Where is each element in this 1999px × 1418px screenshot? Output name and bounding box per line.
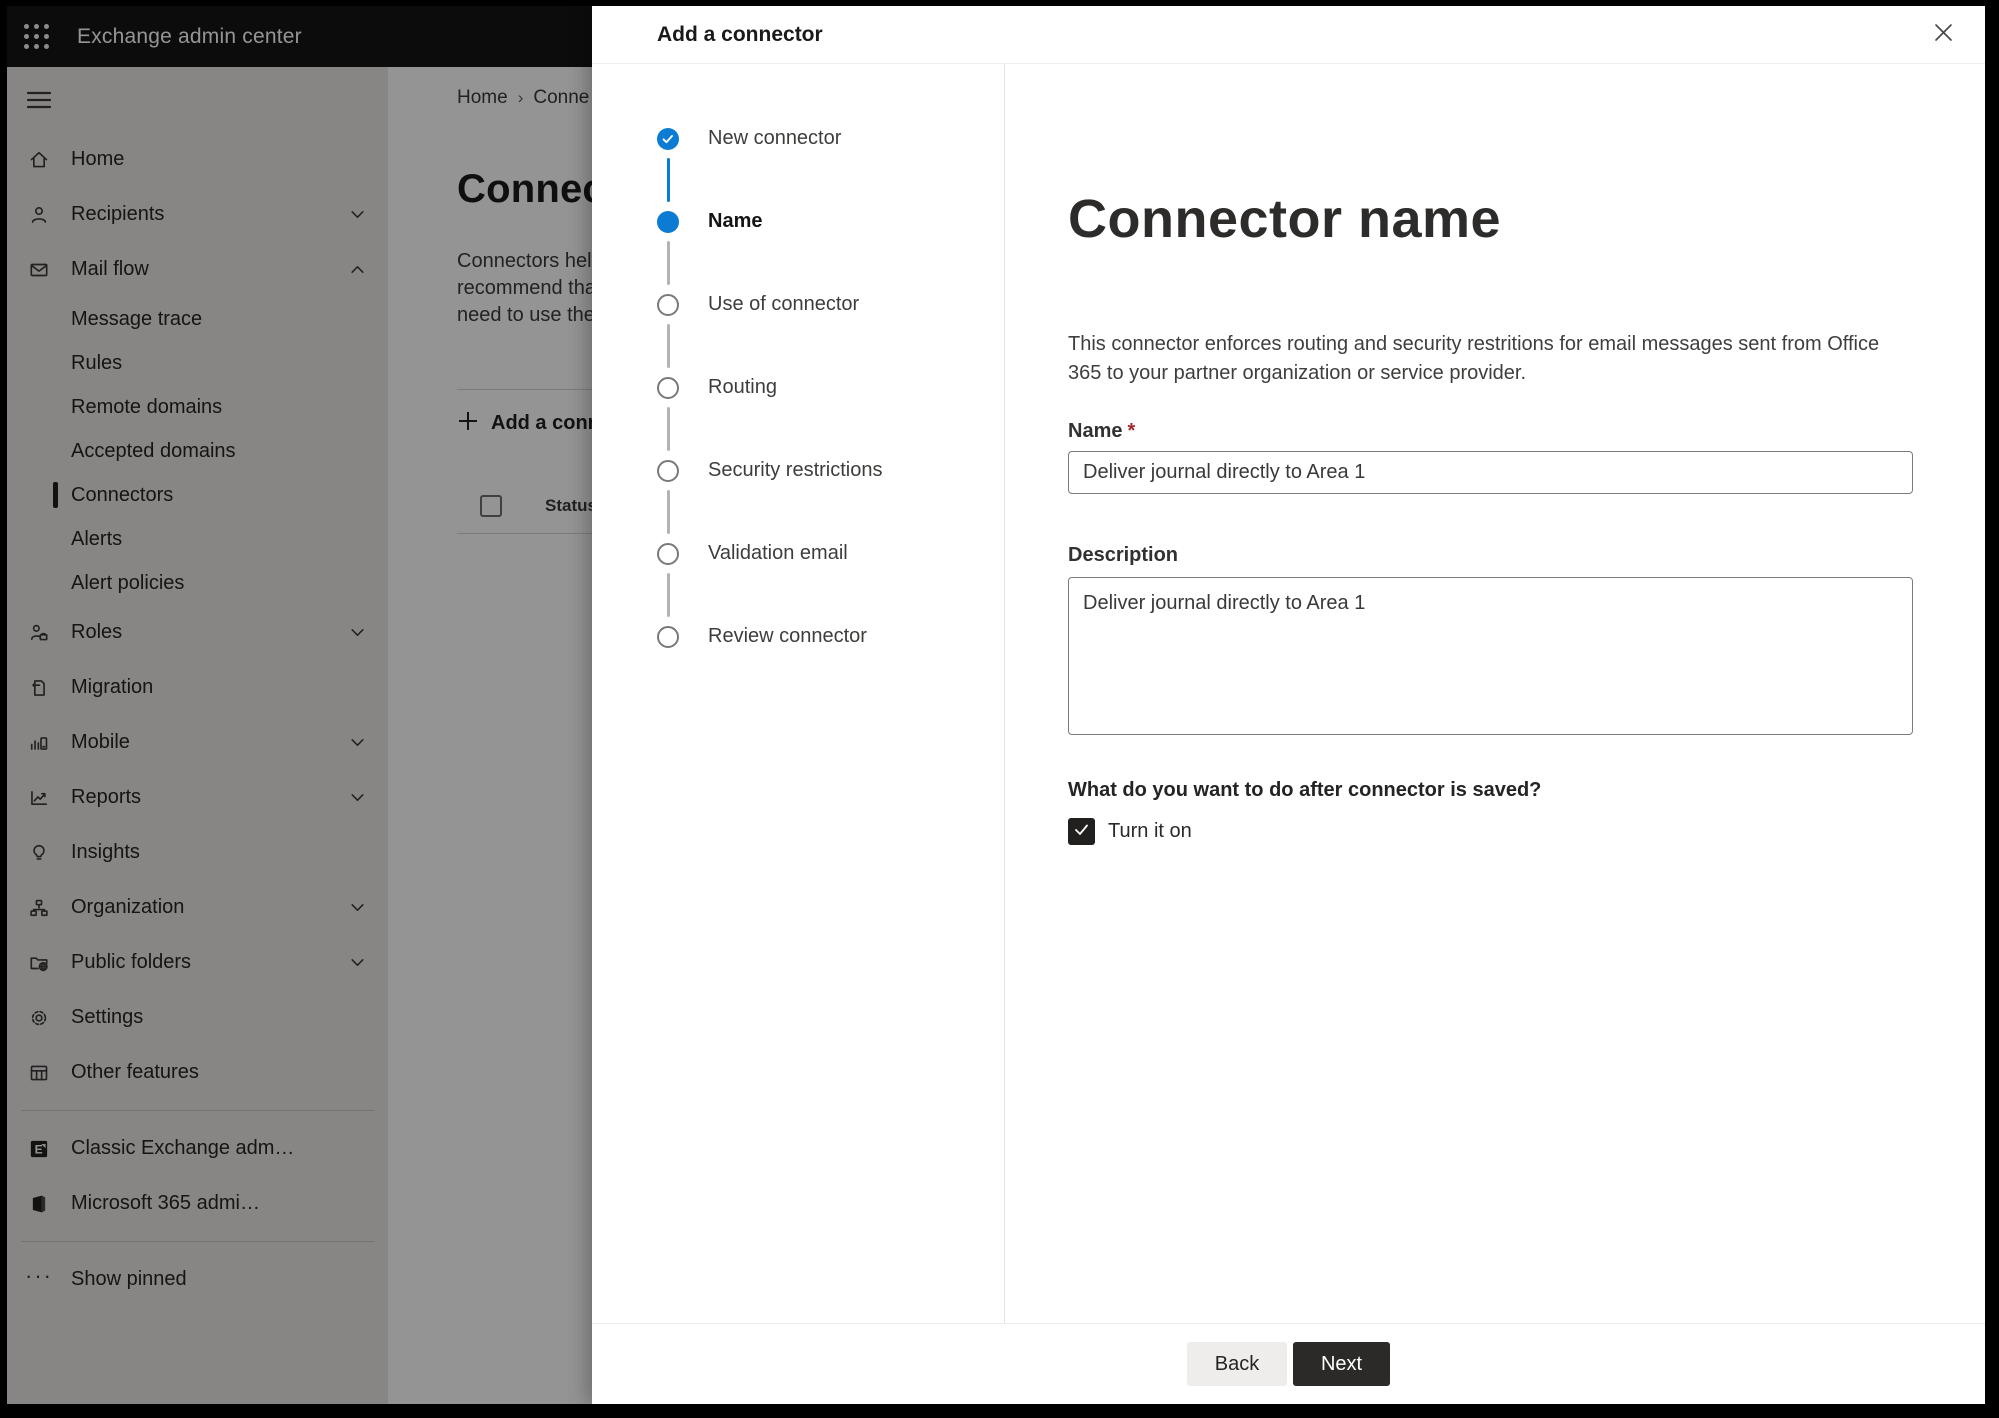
next-button[interactable]: Next bbox=[1293, 1342, 1390, 1386]
wizard-step-security-restrictions[interactable]: Security restrictions bbox=[592, 459, 1004, 482]
dialog-footer: Back Next bbox=[592, 1323, 1985, 1404]
wizard-step-review-connector[interactable]: Review connector bbox=[592, 625, 1004, 648]
step-circle-icon bbox=[657, 459, 679, 482]
step-circle-icon bbox=[657, 542, 679, 565]
screenshot-frame: Exchange admin center Home Recipients Mail… bbox=[0, 0, 1999, 1418]
close-icon bbox=[1933, 22, 1954, 48]
step-connector-line bbox=[667, 158, 670, 202]
step-circle-icon bbox=[657, 376, 679, 399]
turn-it-on-checkbox[interactable] bbox=[1068, 818, 1095, 845]
step-connector-line bbox=[667, 407, 670, 451]
wizard-step-validation-email[interactable]: Validation email bbox=[592, 542, 1004, 565]
step-connector-line bbox=[667, 324, 670, 368]
close-button[interactable] bbox=[1925, 17, 1961, 53]
after-save-question: What do you want to do after connector i… bbox=[1068, 779, 1542, 801]
connector-description-textarea[interactable]: Deliver journal directly to Area 1 bbox=[1068, 577, 1913, 735]
dialog-body: New connector Name Use of connector Routing… bbox=[592, 64, 1985, 1323]
wizard-step-label: Routing bbox=[708, 376, 777, 398]
description-field-label: Description bbox=[1068, 544, 1179, 566]
wizard-step-label: Security restrictions bbox=[708, 459, 883, 481]
back-button[interactable]: Back bbox=[1187, 1342, 1287, 1386]
step-description: This connector enforces routing and secu… bbox=[1068, 333, 1880, 384]
turn-it-on-checkbox-row[interactable]: Turn it on bbox=[1068, 818, 1913, 845]
step-current-dot-icon bbox=[657, 210, 679, 233]
wizard-stepper: New connector Name Use of connector Routing… bbox=[592, 64, 1005, 1323]
wizard-step-label: Use of connector bbox=[708, 293, 860, 315]
step-heading: Connector name bbox=[1068, 189, 1502, 249]
add-connector-dialog: Add a connector New connector Name Use of … bbox=[592, 6, 1985, 1404]
wizard-step-label: Name bbox=[708, 210, 763, 232]
wizard-step-label: New connector bbox=[708, 127, 842, 149]
connector-name-input[interactable] bbox=[1068, 451, 1913, 494]
wizard-step-name[interactable]: Name bbox=[592, 210, 1004, 233]
dialog-content: Connector name This connector enforces r… bbox=[1005, 64, 1985, 1323]
required-asterisk: * bbox=[1127, 420, 1136, 442]
name-field-label: Name * bbox=[1068, 420, 1136, 442]
wizard-step-label: Validation email bbox=[708, 542, 848, 564]
step-circle-icon bbox=[657, 293, 679, 316]
wizard-step-new-connector[interactable]: New connector bbox=[592, 127, 1004, 150]
dialog-header: Add a connector bbox=[592, 6, 1985, 64]
checkmark-icon bbox=[1073, 821, 1090, 843]
wizard-step-label: Review connector bbox=[708, 625, 867, 647]
step-connector-line bbox=[667, 573, 670, 617]
step-completed-check-icon bbox=[657, 127, 679, 150]
step-circle-icon bbox=[657, 625, 679, 648]
step-connector-line bbox=[667, 241, 670, 285]
wizard-step-use-of-connector[interactable]: Use of connector bbox=[592, 293, 1004, 316]
turn-it-on-label: Turn it on bbox=[1108, 820, 1192, 842]
wizard-step-routing[interactable]: Routing bbox=[592, 376, 1004, 399]
dialog-title: Add a connector bbox=[657, 22, 823, 46]
exchange-admin-app: Exchange admin center Home Recipients Mail… bbox=[7, 6, 1985, 1404]
step-connector-line bbox=[667, 490, 670, 534]
